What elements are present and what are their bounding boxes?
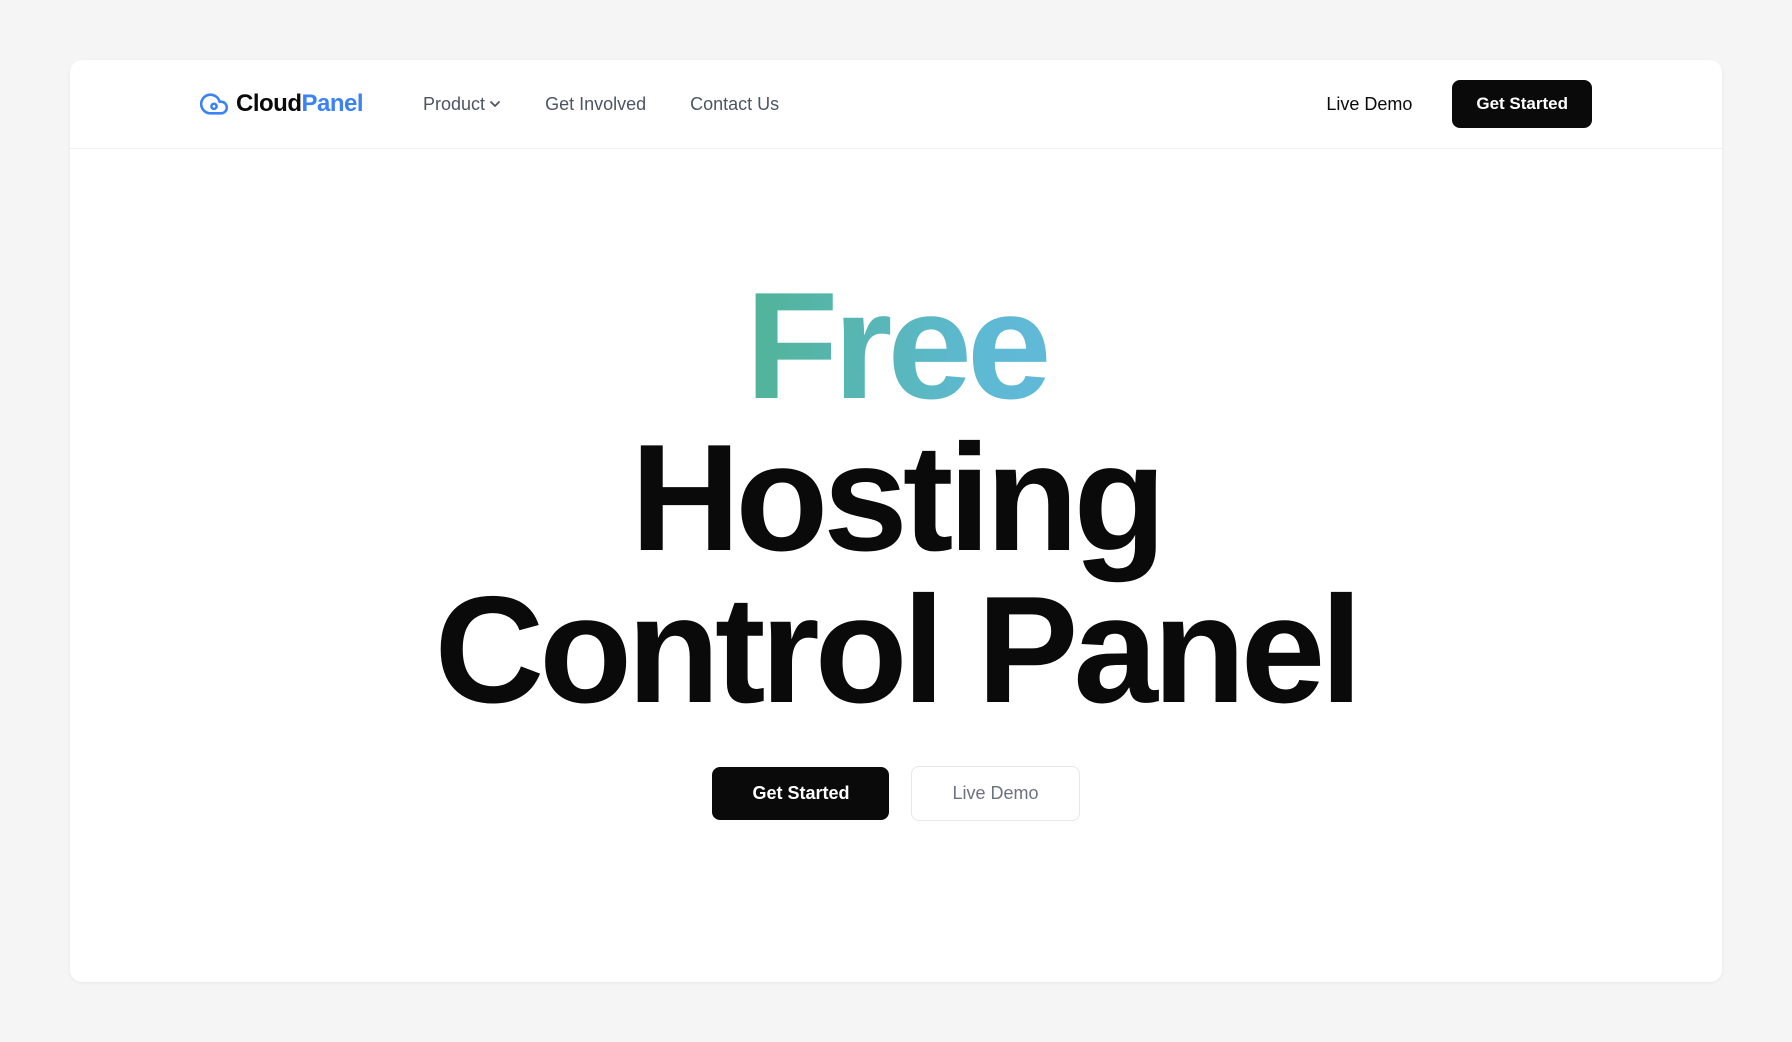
live-demo-link[interactable]: Live Demo [1326, 94, 1412, 115]
nav-contact-us-label: Contact Us [690, 94, 779, 115]
get-started-button[interactable]: Get Started [1452, 80, 1592, 128]
hero: Free Hosting Control Panel Get Started L… [70, 149, 1722, 982]
cloud-icon [200, 90, 228, 118]
hero-actions: Get Started Live Demo [712, 766, 1079, 821]
hero-title-line2: Hosting [434, 422, 1357, 574]
logo-text: CloudPanel [236, 90, 363, 118]
nav-product-label: Product [423, 94, 485, 115]
header-actions: Live Demo Get Started [1326, 80, 1592, 128]
hero-title: Free Hosting Control Panel [434, 270, 1357, 726]
page-card: CloudPanel Product Get Involved Contact … [70, 60, 1722, 982]
nav-get-involved-label: Get Involved [545, 94, 646, 115]
hero-get-started-button[interactable]: Get Started [712, 767, 889, 820]
nav-product[interactable]: Product [423, 94, 501, 115]
header: CloudPanel Product Get Involved Contact … [70, 60, 1722, 149]
nav-get-involved[interactable]: Get Involved [545, 94, 646, 115]
nav-contact-us[interactable]: Contact Us [690, 94, 779, 115]
chevron-down-icon [489, 98, 501, 110]
main-nav: Product Get Involved Contact Us [423, 94, 779, 115]
logo[interactable]: CloudPanel [200, 90, 363, 118]
hero-title-line3: Control Panel [434, 574, 1357, 726]
hero-live-demo-button[interactable]: Live Demo [911, 766, 1079, 821]
hero-title-gradient: Free [434, 270, 1357, 422]
